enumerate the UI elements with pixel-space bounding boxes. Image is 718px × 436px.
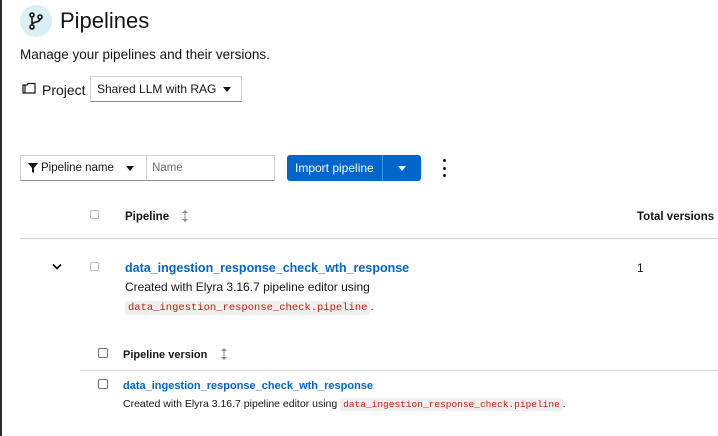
import-pipeline-button[interactable]: Import pipeline [287, 155, 382, 181]
filter-icon [28, 163, 38, 173]
total-versions-value: 1 [637, 261, 644, 275]
project-select-value: Shared LLM with RAG [97, 82, 217, 96]
kebab-menu-icon[interactable] [438, 159, 450, 177]
pipeline-description-file: data_ingestion_response_check.pipeline. [125, 299, 374, 315]
pipeline-version-link[interactable]: data_ingestion_response_check_wth_respon… [123, 380, 373, 392]
filter-group: Pipeline name [20, 155, 275, 181]
project-label-group: Project [22, 76, 86, 104]
filter-name-input[interactable] [147, 155, 275, 181]
left-border [0, 0, 2, 436]
header-divider [20, 238, 718, 239]
column-header-total-versions: Total versions [637, 211, 715, 223]
project-icon [22, 81, 36, 99]
chevron-down-icon[interactable] [52, 263, 62, 271]
select-all-checkbox[interactable] [90, 210, 99, 219]
caret-down-icon [126, 166, 134, 171]
page-description: Manage your pipelines and their versions… [20, 47, 270, 62]
import-pipeline-split-button: Import pipeline [287, 155, 421, 181]
page-title: Pipelines [60, 8, 150, 33]
pipeline-name-link[interactable]: data_ingestion_response_check_wth_respon… [125, 261, 409, 275]
version-row-checkbox[interactable] [98, 379, 108, 389]
column-header-pipeline[interactable]: Pipeline [125, 211, 169, 223]
caret-down-icon [223, 87, 231, 92]
import-pipeline-toggle[interactable] [381, 155, 421, 181]
project-label: Project [42, 82, 86, 98]
pipeline-branch-icon [20, 5, 52, 37]
pipeline-version-description: Created with Elyra 3.16.7 pipeline edito… [123, 398, 566, 411]
versions-header-divider [80, 370, 718, 371]
row-checkbox[interactable] [90, 262, 99, 271]
select-all-versions-checkbox[interactable] [98, 348, 108, 358]
caret-down-icon [397, 165, 406, 171]
filter-type-label: Pipeline name [41, 162, 114, 174]
sort-icon[interactable] [220, 348, 228, 360]
pipeline-description: Created with Elyra 3.16.7 pipeline edito… [125, 280, 370, 294]
sort-icon[interactable] [181, 210, 189, 222]
project-select[interactable]: Shared LLM with RAG [90, 76, 242, 102]
filter-type-select[interactable]: Pipeline name [20, 155, 147, 181]
column-header-pipeline-version[interactable]: Pipeline version [123, 349, 207, 361]
